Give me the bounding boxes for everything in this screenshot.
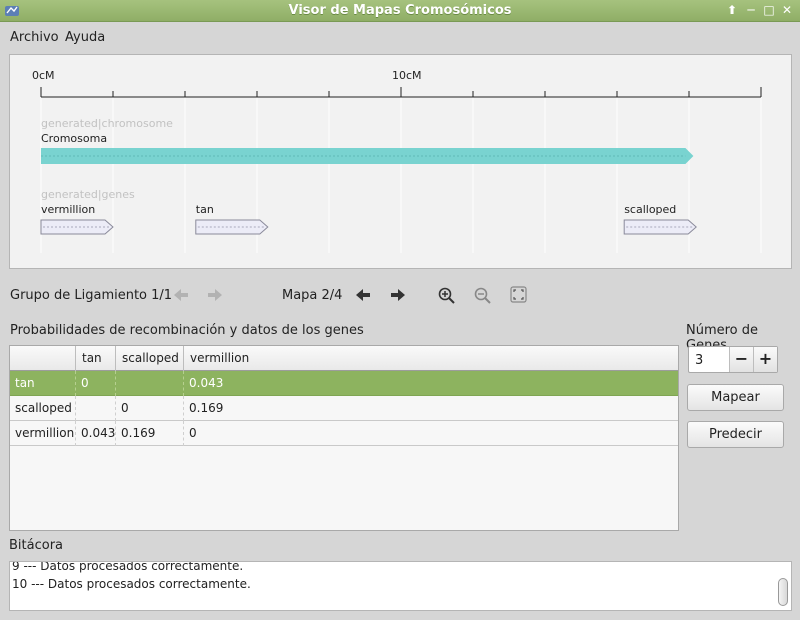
table-cell: 0.169: [116, 421, 184, 446]
next-linkage-group-icon[interactable]: [205, 286, 225, 304]
table-cell: 0.043: [76, 421, 116, 446]
log-line: 10 --- Datos procesados correctamente.: [12, 577, 251, 591]
gene-label: tan: [196, 203, 214, 216]
log-line: 9 --- Datos procesados correctamente.: [12, 561, 244, 573]
column-header-vermillion[interactable]: vermillion: [184, 346, 679, 371]
map-button[interactable]: Mapear: [687, 384, 784, 411]
navigation-toolbar: Grupo de Ligamiento 1/1 Mapa 2/4: [0, 284, 800, 306]
gene-count-spinner[interactable]: 3 − +: [688, 346, 778, 373]
chromosome-label: Cromosoma: [41, 132, 107, 145]
menu-ayuda[interactable]: Ayuda: [65, 30, 105, 45]
chromosome-track-label: generated|chromosome: [41, 117, 173, 130]
table-header: tan scalloped vermillion: [10, 346, 678, 371]
log-scrollbar-thumb[interactable]: [778, 578, 788, 606]
table-row[interactable]: vermillion 0.043 0.169 0: [10, 421, 678, 446]
table-section-title: Probabilidades de recombinación y datos …: [10, 323, 364, 338]
title-bar: Visor de Mapas Cromosómicos ⬆ ─ □ ✕: [0, 0, 800, 22]
scale-label: 10cM: [392, 69, 422, 82]
gene-label: vermillion: [41, 203, 95, 216]
table-row[interactable]: scalloped 0 0.169: [10, 396, 678, 421]
increment-button[interactable]: +: [753, 347, 777, 372]
zoom-fit-icon[interactable]: [509, 286, 529, 304]
table-cell: 0: [116, 396, 184, 421]
column-header-tan[interactable]: tan: [76, 346, 116, 371]
table-cell: [116, 371, 184, 396]
window-title: Visor de Mapas Cromosómicos: [288, 3, 512, 18]
row-header-cell: vermillion: [10, 421, 76, 446]
decrement-button[interactable]: −: [729, 347, 753, 372]
log-label: Bitácora: [9, 538, 64, 553]
map-canvas: 0cM 10cM generated|chromosome Cromosoma gene…: [32, 69, 762, 253]
row-header-cell: tan: [10, 371, 76, 396]
keep-above-button[interactable]: ⬆: [724, 2, 740, 18]
maximize-button[interactable]: □: [761, 2, 777, 18]
linkage-group-label: Grupo de Ligamiento 1/1: [10, 288, 173, 303]
scale-label: 0cM: [32, 69, 55, 82]
gene-count-value[interactable]: 3: [695, 353, 703, 368]
prev-linkage-group-icon[interactable]: [171, 286, 191, 304]
map-index-label: Mapa 2/4: [282, 288, 343, 303]
close-button[interactable]: ✕: [779, 2, 795, 18]
row-header-cell: scalloped: [10, 396, 76, 421]
table-cell: 0.043: [189, 376, 224, 390]
table-row[interactable]: tan 0 0.043: [10, 371, 678, 396]
menu-archivo[interactable]: Archivo: [10, 30, 59, 45]
recombination-table[interactable]: tan scalloped vermillion tan 0 0.043 sca…: [9, 345, 679, 531]
column-header-scalloped[interactable]: scalloped: [116, 346, 184, 371]
gene-label: scalloped: [624, 203, 676, 216]
log-area[interactable]: 9 --- Datos procesados correctamente. 10…: [9, 561, 792, 611]
column-header-corner[interactable]: [10, 346, 76, 371]
chromosome-map-view[interactable]: 0cM 10cM generated|chromosome Cromosoma gene…: [9, 54, 792, 269]
table-cell: [76, 396, 116, 421]
table-cell: 0: [76, 371, 116, 396]
next-map-icon[interactable]: [388, 286, 408, 304]
zoom-in-icon[interactable]: [437, 286, 457, 304]
table-cell: 0.169: [189, 401, 224, 415]
prev-map-icon[interactable]: [353, 286, 373, 304]
predict-button[interactable]: Predecir: [687, 421, 784, 448]
genes-track-label: generated|genes: [41, 188, 135, 201]
minimize-button[interactable]: ─: [743, 2, 759, 18]
zoom-out-icon[interactable]: [473, 286, 493, 304]
table-cell: 0: [189, 426, 197, 440]
